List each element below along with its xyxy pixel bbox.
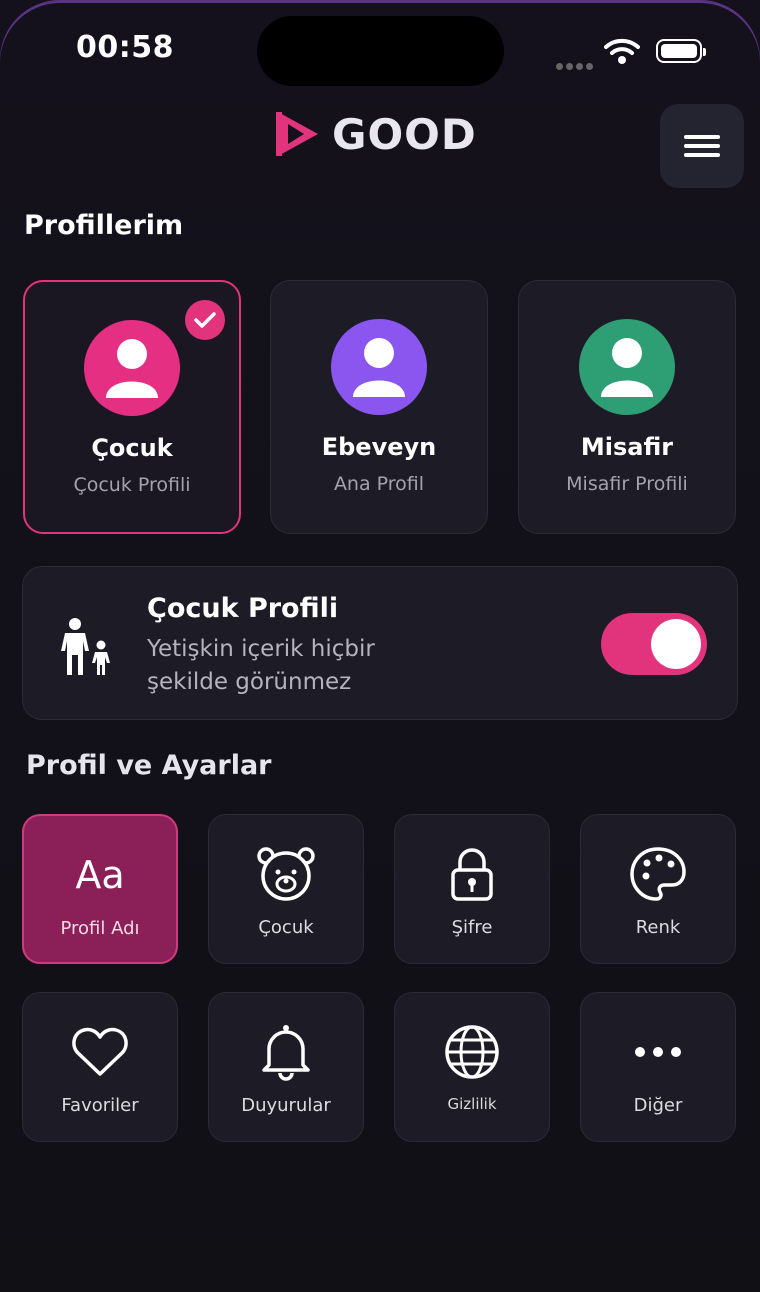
child-mode-title: Çocuk Profili	[147, 593, 339, 624]
dynamic-island	[257, 16, 504, 86]
palette-icon	[629, 843, 687, 905]
tile-label: Çocuk	[258, 917, 314, 938]
user-avatar-icon	[331, 319, 427, 415]
profile-name: Misafir	[580, 433, 674, 461]
child-mode-toggle[interactable]	[601, 613, 707, 675]
heart-icon	[71, 1021, 129, 1083]
child-mode-card: Çocuk Profili Yetişkin içerik hiçbir şek…	[22, 566, 738, 720]
tile-label: Gizlilik	[447, 1095, 497, 1113]
user-avatar-icon	[84, 320, 180, 416]
hamburger-icon	[684, 135, 720, 157]
text-aa-icon: Aa	[75, 853, 125, 897]
status-time: 00:58	[76, 30, 174, 65]
wifi-icon	[604, 37, 640, 69]
tile-sifre[interactable]: Şifre	[394, 814, 550, 964]
tile-favoriler[interactable]: Favoriler	[22, 992, 178, 1142]
tile-profil-adi[interactable]: Aa Profil Adı	[22, 814, 178, 964]
profile-subtitle: Misafir Profili	[566, 473, 688, 495]
tile-renk[interactable]: Renk	[580, 814, 736, 964]
profile-subtitle: Ana Profil	[333, 473, 425, 495]
bell-icon	[260, 1021, 312, 1083]
toggle-knob	[651, 619, 701, 669]
settings-title: Profil ve Ayarlar	[26, 750, 272, 781]
tile-label: Diğer	[633, 1095, 683, 1116]
more-icon	[634, 1021, 682, 1083]
tile-gizlilik[interactable]: Gizlilik	[394, 992, 550, 1142]
profile-name: Ebeveyn	[321, 433, 437, 461]
tile-cocuk[interactable]: Çocuk	[208, 814, 364, 964]
tile-label: Duyurular	[241, 1095, 331, 1116]
profile-card-misafir[interactable]: Misafir Misafir Profili	[518, 280, 736, 534]
globe-icon	[443, 1021, 501, 1083]
tile-label: Profil Adı	[60, 918, 140, 939]
app-logo: GOOD	[274, 108, 477, 160]
play-logo-icon	[276, 112, 318, 156]
tile-label: Şifre	[451, 917, 493, 938]
battery-icon	[656, 39, 706, 63]
tile-label: Renk	[635, 917, 681, 938]
child-mode-description: Yetişkin içerik hiçbir şekilde görünmez	[147, 636, 375, 695]
check-icon	[185, 300, 225, 340]
lock-icon	[450, 843, 494, 905]
tile-duyurular[interactable]: Duyurular	[208, 992, 364, 1142]
menu-button[interactable]	[660, 104, 744, 188]
profile-card-ebeveyn[interactable]: Ebeveyn Ana Profil	[270, 280, 488, 534]
tile-diger[interactable]: Diğer	[580, 992, 736, 1142]
signal-icon	[556, 55, 596, 74]
user-avatar-icon	[579, 319, 675, 415]
family-icon	[57, 617, 117, 681]
profile-subtitle: Çocuk Profili	[73, 474, 191, 496]
profile-card-cocuk[interactable]: Çocuk Çocuk Profili	[23, 280, 241, 534]
bear-icon	[256, 843, 316, 905]
tile-label: Favoriler	[61, 1095, 139, 1116]
logo-text: GOOD	[332, 109, 477, 159]
profiles-title: Profillerim	[24, 210, 184, 241]
profile-name: Çocuk	[91, 434, 173, 462]
